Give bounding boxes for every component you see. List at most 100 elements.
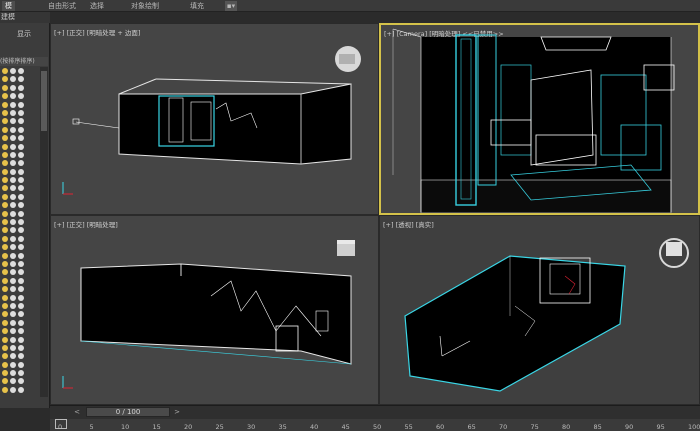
- viewport-front-top[interactable]: [+] [正交] [明暗处理 + 边面]: [50, 23, 379, 215]
- visibility-icon[interactable]: [10, 143, 16, 150]
- freeze-icon[interactable]: [18, 219, 24, 226]
- freeze-icon[interactable]: [18, 177, 24, 184]
- light-icon[interactable]: [2, 109, 8, 116]
- light-icon[interactable]: [2, 177, 8, 184]
- visibility-icon[interactable]: [10, 84, 16, 91]
- list-item[interactable]: [0, 302, 40, 310]
- list-item[interactable]: [0, 260, 40, 268]
- light-icon[interactable]: [2, 277, 8, 284]
- visibility-icon[interactable]: [10, 353, 16, 360]
- visibility-icon[interactable]: [10, 294, 16, 301]
- light-icon[interactable]: [2, 378, 8, 385]
- tab-object-paint[interactable]: 对象绘制: [131, 1, 159, 11]
- freeze-icon[interactable]: [18, 344, 24, 351]
- freeze-icon[interactable]: [18, 370, 24, 377]
- list-item[interactable]: [0, 159, 40, 167]
- visibility-icon[interactable]: [10, 210, 16, 217]
- visibility-icon[interactable]: [10, 202, 16, 209]
- freeze-icon[interactable]: [18, 135, 24, 142]
- light-icon[interactable]: [2, 344, 8, 351]
- list-item[interactable]: [0, 252, 40, 260]
- freeze-icon[interactable]: [18, 353, 24, 360]
- visibility-icon[interactable]: [10, 160, 16, 167]
- visibility-icon[interactable]: [10, 286, 16, 293]
- light-icon[interactable]: [2, 294, 8, 301]
- light-icon[interactable]: [2, 252, 8, 259]
- light-icon[interactable]: [2, 84, 8, 91]
- freeze-icon[interactable]: [18, 386, 24, 393]
- light-icon[interactable]: [2, 101, 8, 108]
- time-ruler[interactable]: 0 5 10 15 20 25 30 35 40 45 50 55 60 65 70 75 80 85 90 95 10…: [50, 419, 700, 431]
- freeze-icon[interactable]: [18, 260, 24, 267]
- list-item[interactable]: [0, 319, 40, 327]
- freeze-icon[interactable]: [18, 185, 24, 192]
- light-icon[interactable]: [2, 244, 8, 251]
- list-item[interactable]: [0, 243, 40, 251]
- light-icon[interactable]: [2, 118, 8, 125]
- visibility-icon[interactable]: [10, 269, 16, 276]
- visibility-icon[interactable]: [10, 378, 16, 385]
- list-item[interactable]: [0, 84, 40, 92]
- viewport-front-bottom[interactable]: [+] [正交] [明暗处理]: [50, 215, 379, 405]
- light-icon[interactable]: [2, 93, 8, 100]
- freeze-icon[interactable]: [18, 118, 24, 125]
- prev-frame-button[interactable]: <: [72, 407, 82, 417]
- freeze-icon[interactable]: [18, 336, 24, 343]
- freeze-icon[interactable]: [18, 361, 24, 368]
- visibility-icon[interactable]: [10, 319, 16, 326]
- light-icon[interactable]: [2, 260, 8, 267]
- key-icon[interactable]: [55, 419, 67, 429]
- light-icon[interactable]: [2, 370, 8, 377]
- light-icon[interactable]: [2, 135, 8, 142]
- freeze-icon[interactable]: [18, 235, 24, 242]
- visibility-icon[interactable]: [10, 93, 16, 100]
- tab-selection[interactable]: 选择: [90, 1, 104, 11]
- light-icon[interactable]: [2, 328, 8, 335]
- light-icon[interactable]: [2, 68, 8, 74]
- list-item[interactable]: [0, 218, 40, 226]
- list-item[interactable]: [0, 235, 40, 243]
- list-item[interactable]: [0, 226, 40, 234]
- list-item[interactable]: [0, 285, 40, 293]
- list-item[interactable]: [0, 268, 40, 276]
- visibility-icon[interactable]: [10, 361, 16, 368]
- viewport-perspective[interactable]: [+] [透视] [真实]: [379, 215, 700, 405]
- light-icon[interactable]: [2, 202, 8, 209]
- freeze-icon[interactable]: [18, 378, 24, 385]
- light-icon[interactable]: [2, 311, 8, 318]
- list-item[interactable]: [0, 352, 40, 360]
- list-item[interactable]: [0, 168, 40, 176]
- visibility-icon[interactable]: [10, 76, 16, 83]
- light-icon[interactable]: [2, 151, 8, 158]
- freeze-icon[interactable]: [18, 143, 24, 150]
- light-icon[interactable]: [2, 227, 8, 234]
- list-item[interactable]: [0, 386, 40, 394]
- freeze-icon[interactable]: [18, 109, 24, 116]
- visibility-icon[interactable]: [10, 386, 16, 393]
- visibility-icon[interactable]: [10, 244, 16, 251]
- list-item[interactable]: [0, 327, 40, 335]
- freeze-icon[interactable]: [18, 319, 24, 326]
- light-icon[interactable]: [2, 286, 8, 293]
- list-item[interactable]: [0, 210, 40, 218]
- viewport-camera[interactable]: [+] [Camera] [明暗处理] <<已禁用>>: [379, 23, 700, 215]
- list-item[interactable]: [0, 277, 40, 285]
- visibility-icon[interactable]: [10, 235, 16, 242]
- freeze-icon[interactable]: [18, 101, 24, 108]
- freeze-icon[interactable]: [18, 93, 24, 100]
- visibility-icon[interactable]: [10, 135, 16, 142]
- tab-modeling[interactable]: 模: [2, 1, 15, 11]
- visibility-icon[interactable]: [10, 193, 16, 200]
- visibility-icon[interactable]: [10, 336, 16, 343]
- list-item[interactable]: [0, 361, 40, 369]
- ribbon-options-icon[interactable]: ▪▾: [225, 1, 237, 11]
- list-item[interactable]: [0, 67, 40, 75]
- visibility-icon[interactable]: [10, 227, 16, 234]
- freeze-icon[interactable]: [18, 210, 24, 217]
- light-icon[interactable]: [2, 302, 8, 309]
- list-item[interactable]: [0, 109, 40, 117]
- freeze-icon[interactable]: [18, 294, 24, 301]
- light-icon[interactable]: [2, 126, 8, 133]
- light-icon[interactable]: [2, 168, 8, 175]
- visibility-icon[interactable]: [10, 168, 16, 175]
